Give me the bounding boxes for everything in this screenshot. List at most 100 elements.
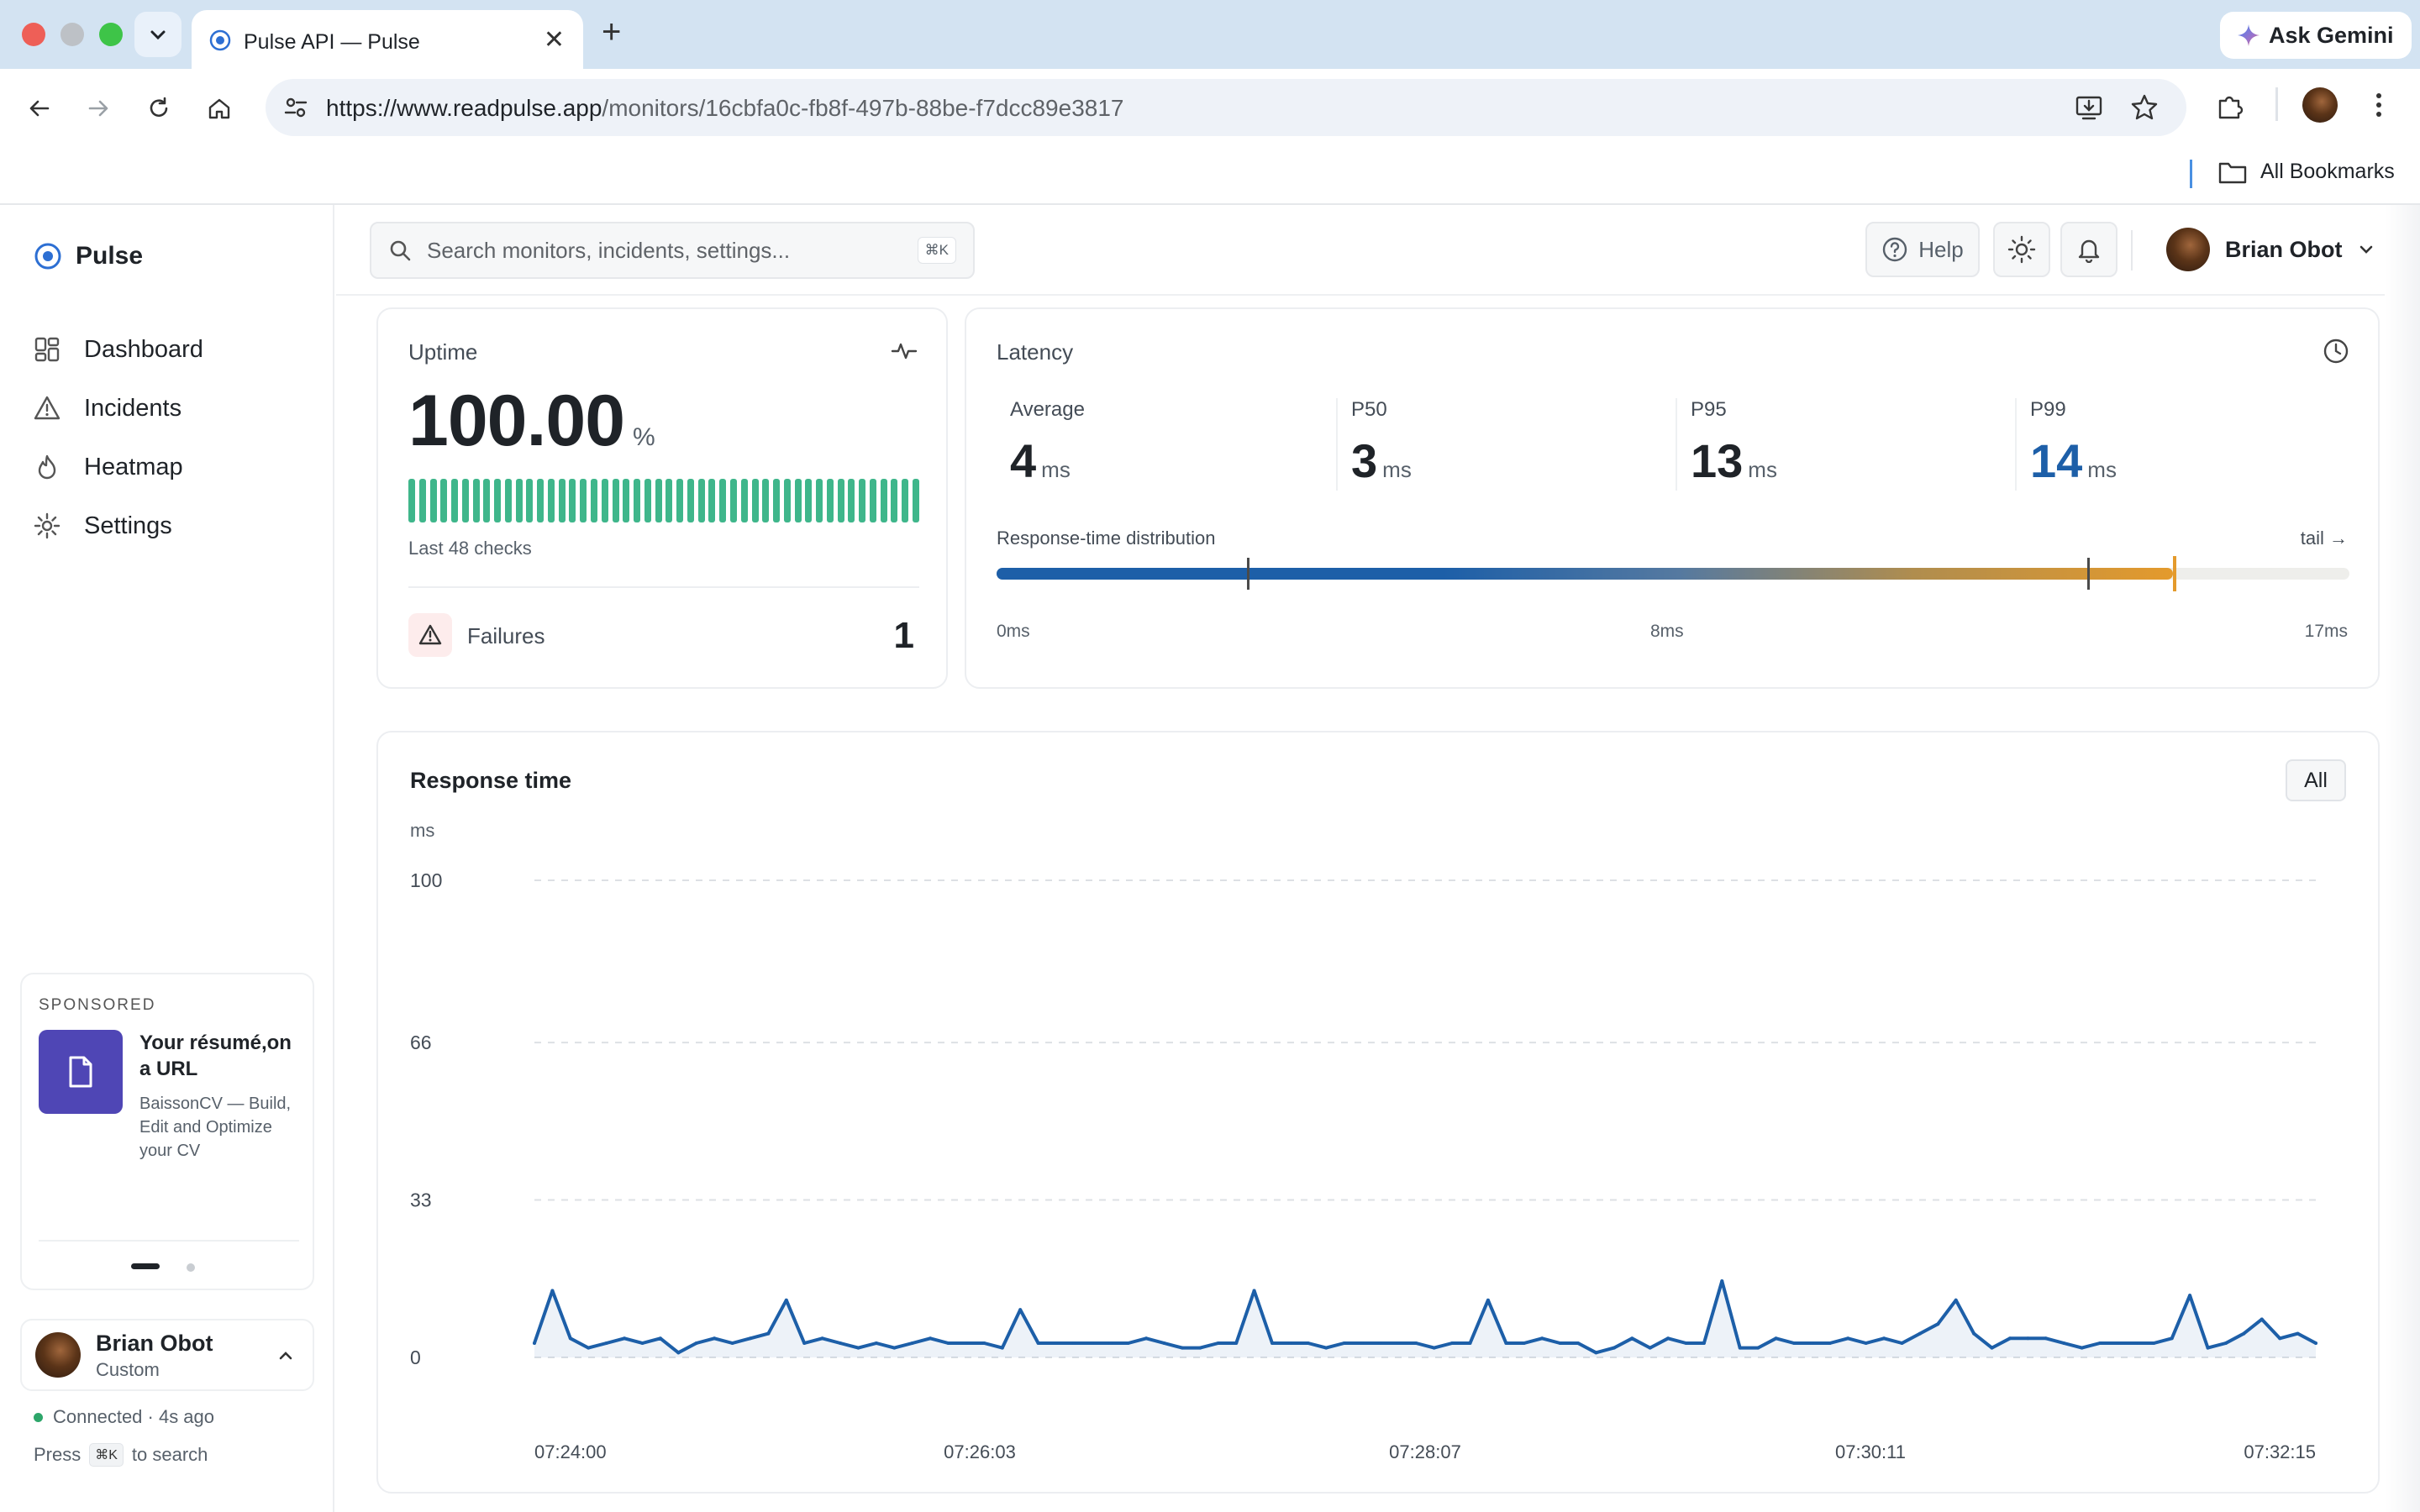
distribution-tail-link[interactable]: tail → [2301, 528, 2348, 549]
data-point[interactable] [1594, 1351, 1598, 1355]
data-point[interactable] [658, 1336, 662, 1341]
help-button[interactable]: Help [1865, 222, 1980, 277]
data-point[interactable] [1090, 1341, 1094, 1345]
data-point[interactable] [1756, 1346, 1760, 1350]
all-bookmarks-button[interactable]: All Bookmarks [2218, 160, 2395, 184]
sidebar-item-heatmap[interactable]: Heatmap [34, 449, 183, 486]
sidebar-item-incidents[interactable]: Incidents [34, 390, 182, 427]
data-point[interactable] [820, 1336, 824, 1341]
sidebar-item-dashboard[interactable]: Dashboard [34, 331, 203, 368]
ask-gemini-button[interactable]: Ask Gemini [2220, 12, 2412, 59]
app-logo[interactable]: Pulse [34, 242, 143, 270]
data-point[interactable] [1360, 1341, 1365, 1345]
data-point[interactable] [2098, 1341, 2102, 1345]
data-point[interactable] [1684, 1341, 1688, 1345]
data-point[interactable] [1414, 1341, 1418, 1345]
data-point[interactable] [1252, 1289, 1256, 1293]
tab-close-icon[interactable]: ✕ [544, 25, 565, 55]
data-point[interactable] [892, 1346, 897, 1350]
theme-toggle-button[interactable] [1993, 222, 2050, 277]
data-point[interactable] [1900, 1341, 1904, 1345]
window-minimize-button[interactable] [60, 23, 84, 46]
tab-search-button[interactable] [134, 12, 182, 57]
address-bar[interactable]: https://www.readpulse.app/monitors/16cbf… [266, 79, 2186, 136]
sponsored-card[interactable]: SPONSORED Your résumé,on a URL BaissonCV… [20, 973, 314, 1290]
data-point[interactable] [1738, 1346, 1742, 1350]
data-point[interactable] [1810, 1341, 1814, 1345]
data-point[interactable] [1216, 1341, 1220, 1345]
data-point[interactable] [1918, 1331, 1922, 1336]
data-point[interactable] [640, 1341, 644, 1345]
data-point[interactable] [2080, 1346, 2084, 1350]
data-point[interactable] [1055, 1341, 1059, 1345]
data-point[interactable] [1972, 1331, 1976, 1336]
data-point[interactable] [1396, 1341, 1400, 1345]
data-point[interactable] [1791, 1341, 1796, 1345]
data-point[interactable] [874, 1341, 878, 1345]
data-point[interactable] [1270, 1341, 1274, 1345]
data-point[interactable] [2278, 1336, 2282, 1341]
data-point[interactable] [1864, 1341, 1868, 1345]
extensions-icon[interactable] [2215, 91, 2247, 123]
data-point[interactable] [766, 1331, 771, 1336]
back-button[interactable] [18, 87, 60, 129]
data-point[interactable] [1162, 1341, 1166, 1345]
data-point[interactable] [1378, 1341, 1382, 1345]
window-close-button[interactable] [22, 23, 45, 46]
data-point[interactable] [2260, 1317, 2264, 1321]
install-app-icon[interactable] [2074, 92, 2104, 123]
window-maximize-button[interactable] [99, 23, 123, 46]
home-button[interactable] [198, 87, 240, 129]
scrollbar-gutter[interactable] [2385, 205, 2420, 1512]
data-point[interactable] [713, 1336, 717, 1341]
data-point[interactable] [1774, 1336, 1778, 1341]
forward-button[interactable] [77, 87, 119, 129]
data-point[interactable] [1108, 1341, 1113, 1345]
browser-tab-active[interactable]: Pulse API — Pulse ✕ [192, 10, 583, 69]
data-point[interactable] [676, 1351, 681, 1355]
data-point[interactable] [533, 1341, 536, 1345]
data-point[interactable] [1072, 1341, 1076, 1345]
data-point[interactable] [839, 1341, 843, 1345]
data-point[interactable] [550, 1289, 555, 1293]
data-point[interactable] [856, 1346, 860, 1350]
data-point[interactable] [1720, 1279, 1724, 1284]
data-point[interactable] [2170, 1336, 2174, 1341]
data-point[interactable] [929, 1336, 933, 1341]
data-point[interactable] [1558, 1341, 1562, 1345]
data-point[interactable] [910, 1341, 914, 1345]
data-point[interactable] [1234, 1341, 1239, 1345]
data-point[interactable] [964, 1341, 968, 1345]
data-point[interactable] [2026, 1336, 2030, 1341]
data-point[interactable] [604, 1341, 608, 1345]
user-menu-button[interactable]: Brian Obot [2166, 228, 2375, 271]
site-settings-icon[interactable] [282, 94, 309, 121]
data-point[interactable] [982, 1341, 986, 1345]
data-point[interactable] [1504, 1341, 1508, 1345]
data-point[interactable] [1324, 1346, 1328, 1350]
data-point[interactable] [1990, 1346, 1994, 1350]
data-point[interactable] [784, 1298, 788, 1302]
reload-button[interactable] [138, 87, 180, 129]
data-point[interactable] [2242, 1331, 2246, 1336]
data-point[interactable] [1522, 1341, 1526, 1345]
data-point[interactable] [1432, 1346, 1436, 1350]
data-point[interactable] [1288, 1341, 1292, 1345]
kebab-menu-icon[interactable] [2373, 91, 2385, 119]
data-point[interactable] [2223, 1341, 2228, 1345]
search-input[interactable]: Search monitors, incidents, settings... … [370, 222, 975, 279]
data-point[interactable] [2152, 1341, 2156, 1345]
data-point[interactable] [1126, 1341, 1130, 1345]
data-point[interactable] [568, 1336, 572, 1341]
data-point[interactable] [1018, 1308, 1023, 1312]
data-point[interactable] [748, 1336, 752, 1341]
bookmark-star-icon[interactable] [2129, 92, 2160, 123]
data-point[interactable] [1576, 1341, 1581, 1345]
notifications-button[interactable] [2060, 222, 2118, 277]
data-point[interactable] [802, 1341, 807, 1345]
user-card[interactable]: Brian Obot Custom [20, 1319, 314, 1391]
carousel-dot-active[interactable] [131, 1263, 160, 1269]
data-point[interactable] [730, 1341, 734, 1345]
data-point[interactable] [1612, 1346, 1616, 1350]
data-point[interactable] [1036, 1341, 1040, 1345]
